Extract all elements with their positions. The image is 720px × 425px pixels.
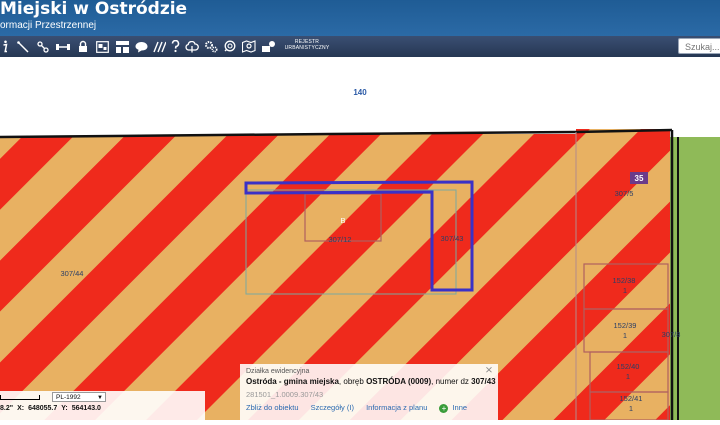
lock-icon[interactable] [77, 39, 89, 54]
popup-identifier: 281501_1.0009.307/43 [246, 390, 324, 399]
speech-icon[interactable] [134, 39, 148, 54]
x-label: X: [17, 405, 25, 412]
popup-location-name: Ostróda - gmina miejska [246, 377, 339, 386]
y-label: Y: [61, 405, 68, 412]
parcel-label-307-12: 307/12 [329, 235, 352, 244]
x-value: 648055.7 [28, 405, 58, 412]
chevron-down-icon: ▼ [97, 395, 103, 401]
popup-parcel-line: Ostróda - gmina miejska, obręb OSTRÓDA (… [246, 377, 496, 386]
parcel-label-307-12-sub: B [340, 216, 345, 225]
window-icon[interactable] [95, 39, 109, 54]
popup-links: Zbliż do obiektu Szczegóły (I) Informacj… [246, 403, 477, 413]
layers-icon[interactable] [260, 39, 276, 54]
coordinates-readout: 8.2" X: 648055.7 Y: 564143.0 [0, 405, 105, 412]
parcel-label-152-40: 152/40 [617, 362, 640, 371]
map-toolbar: REJESTR URBANISTYCZNY [0, 36, 720, 58]
plus-icon[interactable]: + [439, 404, 449, 413]
popup-numer-value: 307/43 [471, 377, 496, 386]
parcel-label-307-right: 307/8 [662, 330, 681, 339]
parcel-label-152-41-sub: 1 [629, 404, 633, 413]
parcel-label-307-44: 307/44 [61, 269, 84, 278]
parcel-label-152-39: 152/39 [614, 321, 637, 330]
parcel-label-307-43: 307/43 [441, 234, 464, 243]
parcel-label-152-39-sub: 1 [623, 331, 627, 340]
urban-register-button[interactable]: REJESTR URBANISTYCZNY [282, 39, 332, 51]
close-icon[interactable]: ⨯ [484, 366, 494, 376]
info-icon[interactable] [1, 39, 9, 54]
parcel-label-152-41: 152/41 [620, 394, 643, 403]
popup-obreb-value: OSTRÓDA (0009) [366, 377, 432, 386]
scale-fragment: 8.2" [0, 405, 14, 412]
crs-select[interactable]: PL-1992 ▼ [52, 392, 106, 402]
hatch-icon[interactable] [152, 39, 166, 54]
top-number-label: 140 [353, 88, 367, 97]
popup-numer-label: , numer dz [431, 377, 472, 386]
urban-register-label-2: URBANISTYCZNY [284, 45, 330, 51]
width-icon[interactable] [55, 39, 71, 54]
parcel-label-152-40-sub: 1 [626, 372, 630, 381]
details-link[interactable]: Szczegóły (I) [311, 403, 354, 412]
app-subtitle: ormacji Przestrzennej [0, 20, 97, 31]
app-title: Miejski w Ostródzie [0, 0, 188, 19]
layout-icon[interactable] [115, 39, 129, 54]
coordinate-statusbar: PL-1992 ▼ 8.2" X: 648055.7 Y: 564143.0 [0, 391, 205, 420]
zone-badge-label: 35 [635, 174, 644, 183]
gears-icon[interactable] [203, 39, 218, 54]
parcel-label-307-5: 307/5 [615, 189, 634, 198]
scale-bar [0, 395, 40, 400]
y-value: 564143.0 [71, 405, 101, 412]
search-map-icon[interactable] [241, 39, 256, 54]
search-input[interactable] [678, 38, 720, 54]
measure-line-icon[interactable] [16, 39, 30, 54]
parcel-label-152-38-sub: 1 [623, 286, 627, 295]
popup-obreb-label: , obręb [338, 377, 367, 386]
zoom-to-object-link[interactable]: Zbliż do obiektu [246, 403, 299, 412]
zoom-icon[interactable] [222, 39, 237, 54]
app-header: Miejski w Ostródzie ormacji Przestrzenne… [0, 0, 720, 36]
crs-value: PL-1992 [56, 394, 81, 401]
link-icon[interactable] [36, 39, 50, 54]
help-icon[interactable] [170, 39, 181, 54]
cloud-icon[interactable] [184, 39, 199, 54]
popup-title: Działka ewidencyjna [246, 368, 310, 375]
other-link[interactable]: Inne [452, 403, 467, 412]
plan-info-link[interactable]: Informacja z planu [366, 403, 427, 412]
parcel-label-152-38: 152/38 [613, 276, 636, 285]
parcel-info-popup: Działka ewidencyjna ⨯ Ostróda - gmina mi… [240, 364, 498, 420]
